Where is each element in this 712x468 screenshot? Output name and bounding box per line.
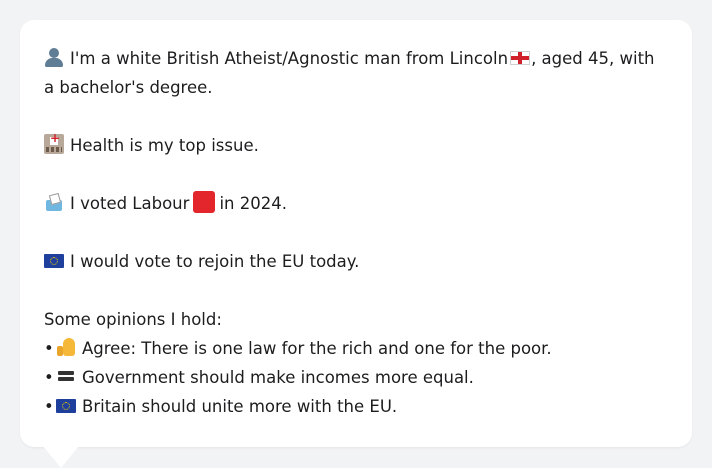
equals-icon <box>56 366 76 386</box>
vote-text: I voted Labour <box>70 194 190 213</box>
eu-text: I would vote to rejoin the EU today. <box>70 252 360 271</box>
vote-paragraph: I voted Labour in 2024. <box>44 189 668 218</box>
ballot-box-icon <box>44 192 64 212</box>
person-icon <box>44 47 64 67</box>
opinions-list: • Agree: There is one law for the rich an… <box>44 334 668 421</box>
speech-bubble-tail <box>43 446 79 468</box>
chat-bubble-card: I'm a white British Atheist/Agnostic man… <box>20 20 692 447</box>
vote-year-text: in 2024. <box>219 194 287 213</box>
health-text: Health is my top issue. <box>70 136 259 155</box>
england-flag-icon <box>510 51 531 65</box>
thumbs-up-icon <box>56 337 76 357</box>
list-item: • Government should make incomes more equ… <box>44 366 474 387</box>
eu-flag-icon <box>56 399 76 413</box>
hospital-icon <box>44 128 64 154</box>
list-item: • Britain should unite more with the EU. <box>44 397 398 416</box>
red-square-icon <box>193 191 216 213</box>
opinion-text: Britain should unite more with the EU. <box>82 397 398 416</box>
opinion-text: Agree: There is one law for the rich and… <box>82 339 552 358</box>
intro-paragraph: I'm a white British Atheist/Agnostic man… <box>44 44 668 102</box>
opinion-text: Government should make incomes more equa… <box>82 368 474 387</box>
eu-paragraph: I would vote to rejoin the EU today. <box>44 247 668 276</box>
health-paragraph: Health is my top issue. <box>44 128 668 160</box>
opinions-title: Some opinions I hold: <box>44 310 222 329</box>
intro-text: I'm a white British Atheist/Agnostic man… <box>70 49 509 68</box>
eu-flag-icon <box>44 254 64 268</box>
list-item: • Agree: There is one law for the rich an… <box>44 337 552 358</box>
